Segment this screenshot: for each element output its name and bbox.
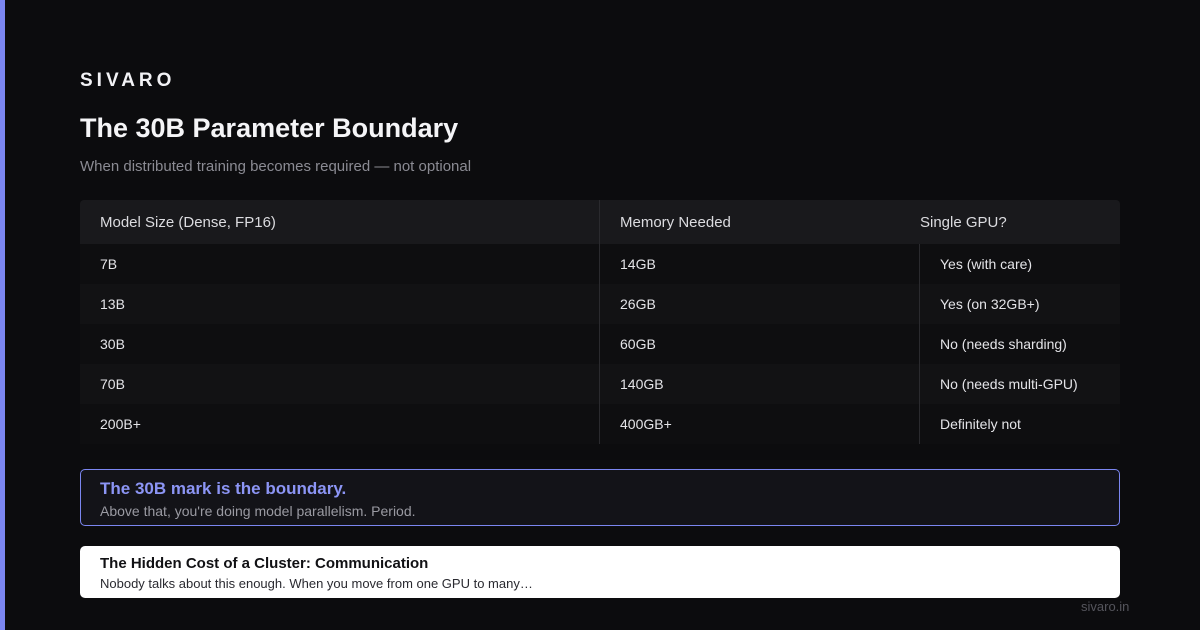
cell-memory-needed: 60GB xyxy=(600,324,920,364)
cell-single-gpu: No (needs sharding) xyxy=(940,336,1067,352)
cell-memory-needed: 400GB+ xyxy=(600,404,920,444)
header-single-gpu: Single GPU? xyxy=(920,213,1007,231)
footer-url: sivaro.in xyxy=(1081,599,1130,614)
card-title: The Hidden Cost of a Cluster: Communicat… xyxy=(100,555,429,572)
cell-memory-needed: 140GB xyxy=(600,364,920,404)
cell-model-size: 7B xyxy=(80,244,600,284)
cell-single-gpu: Yes (with care) xyxy=(940,256,1033,272)
callout-title: The 30B mark is the boundary. xyxy=(100,479,347,498)
table-row: 200B+ 400GB+ Definitely not xyxy=(80,404,1120,444)
accent-bar xyxy=(0,0,5,630)
cell-model-size: 30B xyxy=(80,324,600,364)
cell-model-size: 200B+ xyxy=(80,404,600,444)
page-subtitle: When distributed training becomes requir… xyxy=(80,158,472,175)
cell-model-size: 13B xyxy=(80,284,600,324)
callout-text: Above that, you're doing model paralleli… xyxy=(100,503,416,519)
table-row: 13B 26GB Yes (on 32GB+) xyxy=(80,284,1120,324)
cell-single-gpu: No (needs multi-GPU) xyxy=(940,376,1078,392)
table-row: 7B 14GB Yes (with care) xyxy=(80,244,1120,284)
page-title: The 30B Parameter Boundary xyxy=(80,113,459,143)
cell-model-size: 70B xyxy=(80,364,600,404)
cell-single-gpu: Definitely not xyxy=(940,416,1021,432)
next-article-card[interactable]: The Hidden Cost of a Cluster: Communicat… xyxy=(80,546,1120,598)
header-memory-needed: Memory Needed xyxy=(620,213,731,231)
table-row: 70B 140GB No (needs multi-GPU) xyxy=(80,364,1120,404)
cell-memory-needed: 26GB xyxy=(600,284,920,324)
table-header-row: Model Size (Dense, FP16) Memory Needed S… xyxy=(80,200,1120,244)
table-row: 30B 60GB No (needs sharding) xyxy=(80,324,1120,364)
header-model-size: Model Size (Dense, FP16) xyxy=(80,200,600,244)
boundary-callout: The 30B mark is the boundary. Above that… xyxy=(80,469,1120,526)
brand-logo: SIVARO xyxy=(80,70,176,91)
card-excerpt: Nobody talks about this enough. When you… xyxy=(100,576,533,591)
cell-single-gpu: Yes (on 32GB+) xyxy=(940,296,1040,312)
cell-memory-needed: 14GB xyxy=(600,244,920,284)
model-memory-table: Model Size (Dense, FP16) Memory Needed S… xyxy=(80,200,1120,444)
